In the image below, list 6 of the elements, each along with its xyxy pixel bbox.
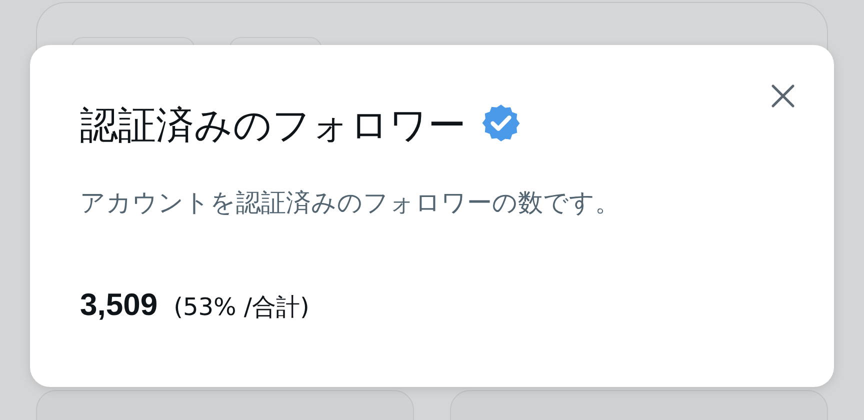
follower-count: 3,509 <box>80 287 158 323</box>
close-button[interactable] <box>770 83 796 109</box>
dialog-title: 認証済みのフォロワー <box>80 102 466 149</box>
description: アカウントを認証済みのフォロワーの数です。 <box>80 187 621 219</box>
close-icon <box>770 83 796 109</box>
share-percentage: (53% /合計) <box>174 292 310 323</box>
